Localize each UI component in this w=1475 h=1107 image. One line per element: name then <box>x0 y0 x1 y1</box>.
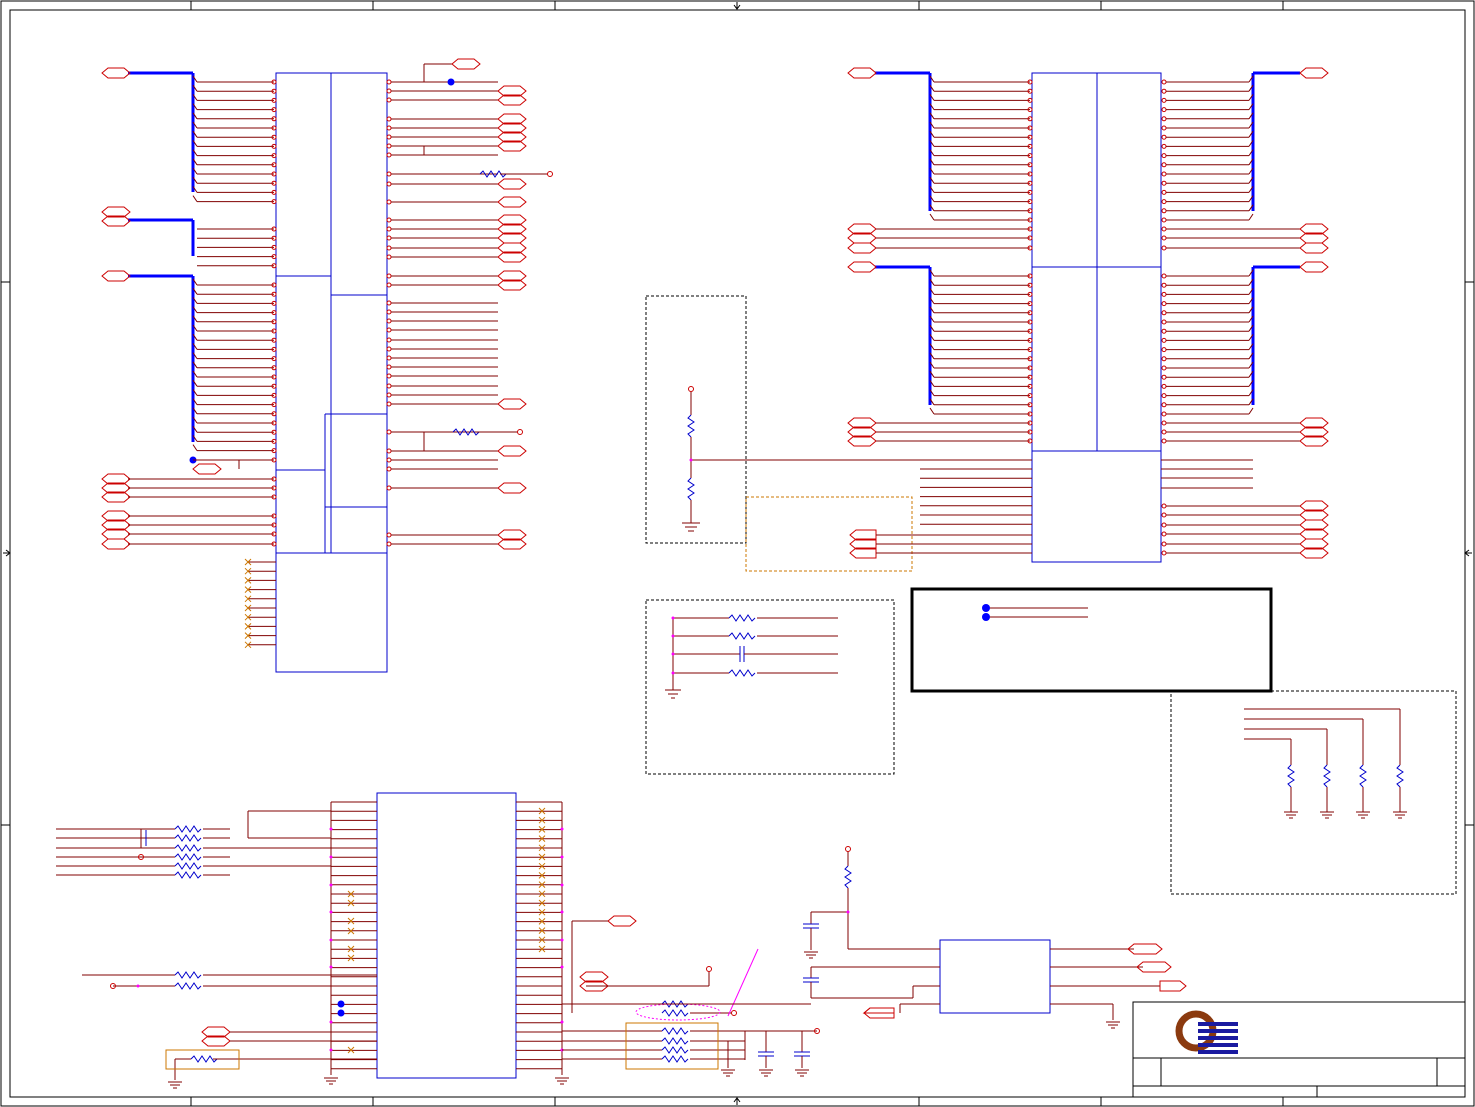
ic-left-block <box>275 72 388 673</box>
company-logo <box>1175 1010 1238 1054</box>
ic-right-pins <box>847 67 1329 559</box>
ic-left-pins <box>101 58 553 649</box>
schematic-sheet <box>0 0 1475 1107</box>
option-box <box>745 496 1032 572</box>
ic-bottom-block <box>376 792 517 1079</box>
ic-bottom-pins <box>56 801 1120 1089</box>
bottom-passives <box>165 948 820 1070</box>
strap-rows <box>671 614 838 677</box>
strap-box <box>645 599 895 775</box>
ic-right-block <box>1031 72 1162 563</box>
schematic-canvas <box>0 0 1475 1107</box>
ic-small-block <box>803 846 1187 1020</box>
pulldown-box <box>1170 690 1457 895</box>
note-box <box>910 587 1273 693</box>
pulldown-resistors <box>1244 708 1407 819</box>
